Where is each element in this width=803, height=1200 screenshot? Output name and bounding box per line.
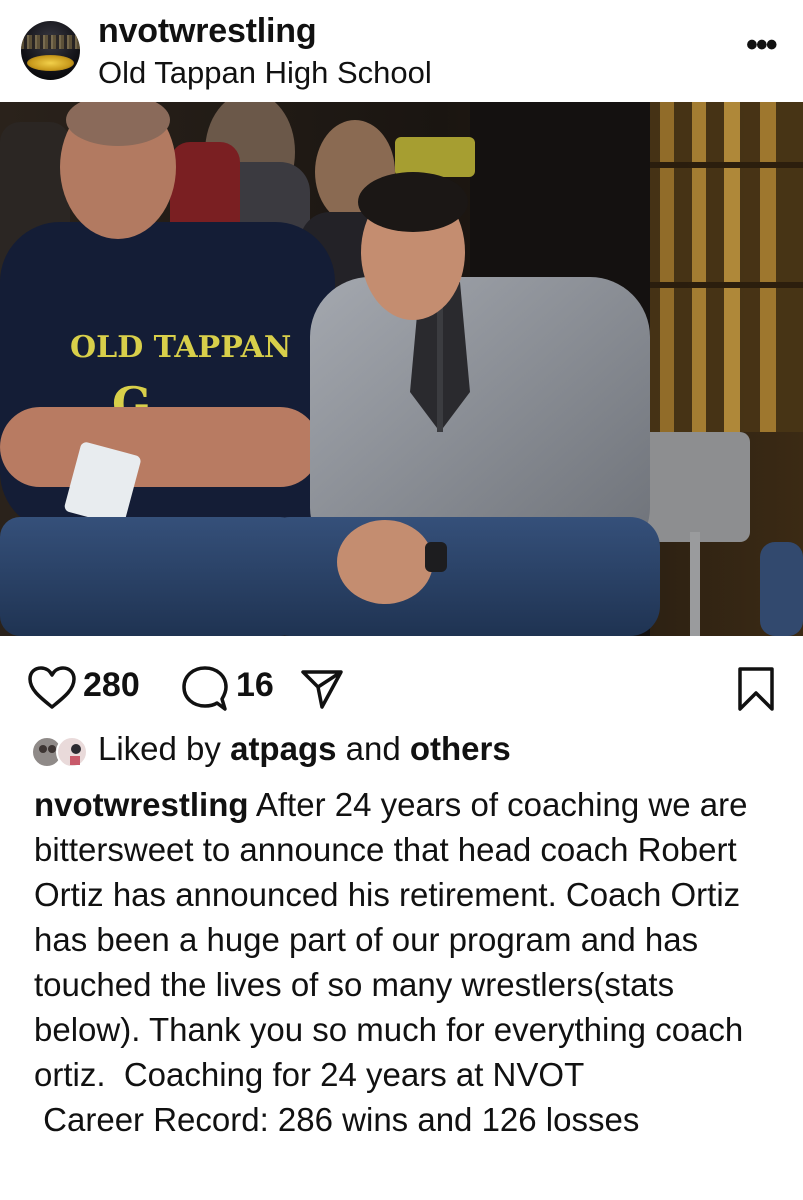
liked-by-user[interactable]: atpags	[230, 730, 336, 767]
liker-avatars-image	[31, 736, 88, 768]
liked-by-avatars[interactable]	[31, 734, 90, 770]
like-count[interactable]: 280	[83, 666, 140, 705]
avatar-crowd	[21, 35, 80, 49]
caption-username[interactable]: nvotwrestling	[34, 786, 249, 823]
share-icon[interactable]	[300, 668, 344, 710]
post-username[interactable]: nvotwrestling	[98, 12, 317, 51]
avatar-mat	[27, 55, 74, 71]
heart-icon[interactable]	[27, 666, 77, 710]
liked-by-others[interactable]: others	[410, 730, 511, 767]
liked-by-text: Liked by atpags and others	[98, 730, 511, 768]
post-location[interactable]: Old Tappan High School	[98, 55, 432, 91]
post-header: nvotwrestling Old Tappan High School •••	[0, 0, 803, 102]
liked-by-middle: and	[336, 730, 410, 767]
comment-icon[interactable]	[182, 666, 228, 712]
photo-illustration: OLD TAPPAN G	[0, 102, 803, 636]
post-caption: nvotwrestling After 24 years of coaching…	[34, 782, 784, 1142]
more-horizontal-icon[interactable]: •••	[746, 26, 778, 65]
bookmark-icon[interactable]	[737, 666, 775, 712]
caption-text: After 24 years of coaching we are bitter…	[34, 786, 757, 1093]
post-actions: 280 16	[0, 636, 803, 726]
shirt-print: OLD TAPPAN	[70, 330, 291, 365]
post-photo[interactable]: OLD TAPPAN G	[0, 102, 803, 636]
liked-by-prefix: Liked by	[98, 730, 231, 767]
profile-avatar[interactable]	[21, 21, 80, 80]
caption-record: Career Record: 286 wins and 126 losses	[34, 1101, 640, 1138]
comment-count[interactable]: 16	[236, 666, 274, 705]
